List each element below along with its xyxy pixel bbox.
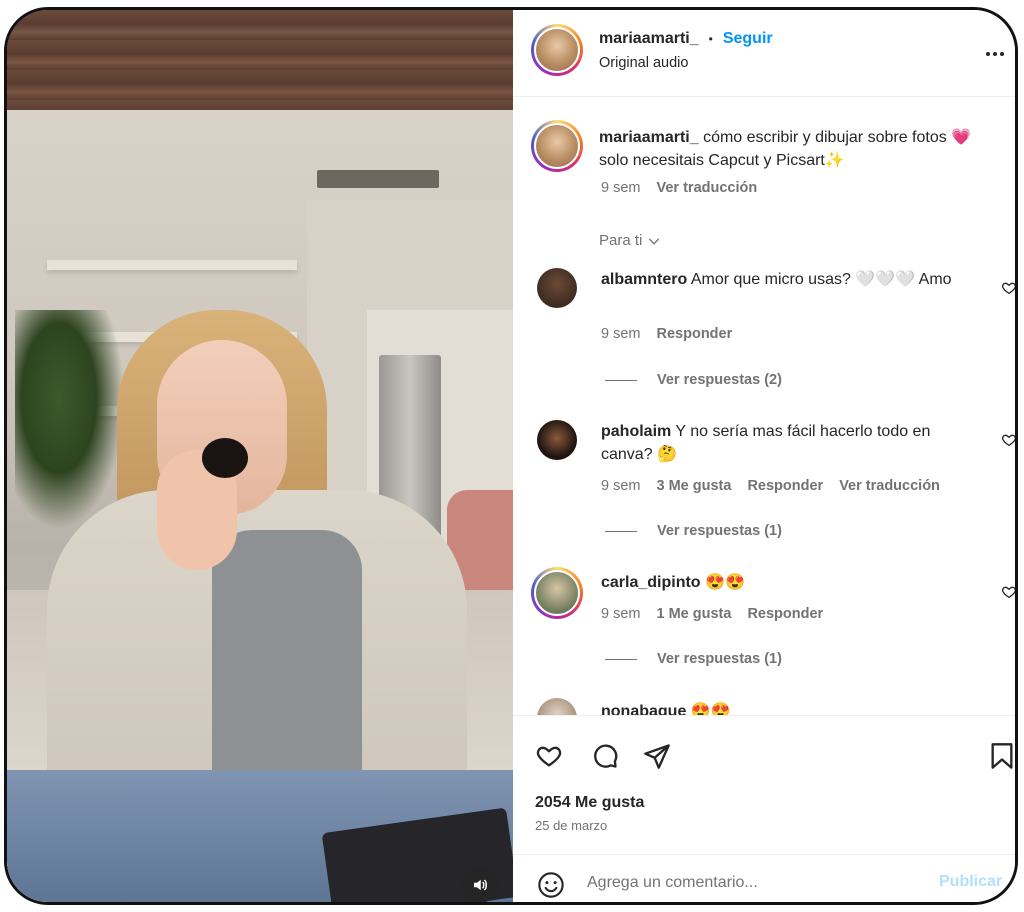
caption-username[interactable]: mariaamarti_	[599, 129, 699, 146]
comment-meta: 9 sem Responder	[601, 326, 732, 342]
view-replies-label: Ver respuestas (1)	[657, 651, 782, 667]
emoji-icon	[538, 872, 564, 898]
comment-sort-dropdown[interactable]: Para ti	[599, 232, 662, 249]
comment-icon	[594, 744, 618, 768]
comment-meta: 9 sem 3 Me gusta Responder Ver traducció…	[601, 478, 940, 494]
replies-line	[605, 658, 637, 660]
save-button[interactable]	[989, 742, 1015, 775]
comment-button[interactable]	[591, 742, 619, 775]
post-video[interactable]	[7, 10, 513, 902]
microphone	[202, 438, 248, 478]
wall-vent	[317, 170, 439, 188]
comment-reply-button[interactable]: Responder	[747, 478, 823, 494]
comment-username[interactable]: albamntero	[601, 271, 687, 288]
comment-time[interactable]: 9 sem	[601, 326, 641, 342]
heart-icon	[536, 746, 562, 767]
wall-shelf	[47, 260, 297, 270]
author-username[interactable]: mariaamarti_	[599, 30, 699, 48]
view-replies-button[interactable]: Ver respuestas (1)	[605, 651, 782, 667]
house-plant	[15, 310, 125, 530]
comment-likes-count[interactable]: 1 Me gusta	[657, 606, 732, 622]
emoji-button[interactable]	[537, 871, 565, 902]
comment-avatar[interactable]	[531, 567, 583, 619]
view-replies-label: Ver respuestas (2)	[657, 372, 782, 388]
caption-time[interactable]: 9 sem	[601, 180, 641, 196]
view-replies-label: Ver respuestas (1)	[657, 523, 782, 539]
likes-count[interactable]: 2054 Me gusta	[535, 794, 644, 812]
send-icon	[644, 744, 670, 769]
comment-text-block: albamntero Amor que micro usas? 🤍🤍🤍 Amo	[601, 268, 971, 291]
caption-meta: 9 sem Ver traducción	[601, 180, 757, 196]
comment-likes-count[interactable]: 3 Me gusta	[657, 478, 732, 494]
replies-line	[605, 379, 637, 381]
replies-line	[605, 530, 637, 532]
post-date[interactable]: 25 de marzo	[535, 818, 607, 833]
comment-time[interactable]: 9 sem	[601, 606, 641, 622]
mute-button[interactable]	[462, 867, 498, 902]
comment-text: 😍😍	[705, 574, 745, 591]
share-button[interactable]	[643, 742, 671, 775]
comment-like-heart-icon[interactable]	[1001, 280, 1017, 296]
comment-text-block: paholaim Y no sería mas fácil hacerlo to…	[601, 420, 971, 466]
ceiling-beams	[7, 10, 513, 110]
more-horizontal-icon	[986, 52, 1004, 56]
comment-input[interactable]	[585, 867, 929, 899]
comment-avatar[interactable]	[537, 420, 577, 460]
comment-meta: 9 sem 1 Me gusta Responder	[601, 606, 823, 622]
view-replies-button[interactable]: Ver respuestas (1)	[605, 523, 782, 539]
caption-translate-button[interactable]: Ver traducción	[657, 180, 758, 196]
separator-dot: •	[708, 32, 713, 46]
comment-text-block: carla_dipinto 😍😍	[601, 571, 971, 594]
post-frame: mariaamarti_ • Seguir Original audio mar…	[4, 7, 1018, 905]
caption-text-block: mariaamarti_ cómo escribir y dibujar sob…	[599, 126, 999, 172]
comment-username[interactable]: carla_dipinto	[601, 574, 701, 591]
comment-translate-button[interactable]: Ver traducción	[839, 478, 940, 494]
post-side-panel: mariaamarti_ • Seguir Original audio mar…	[513, 10, 1015, 902]
comment-sort-label: Para ti	[599, 232, 643, 249]
publish-button[interactable]: Publicar	[939, 873, 1002, 891]
author-avatar[interactable]	[531, 24, 583, 76]
like-button[interactable]	[535, 742, 563, 775]
follow-button[interactable]: Seguir	[723, 30, 773, 48]
view-replies-button[interactable]: Ver respuestas (2)	[605, 372, 782, 388]
comment-time[interactable]: 9 sem	[601, 478, 641, 494]
audio-label[interactable]: Original audio	[599, 55, 688, 71]
comment-username[interactable]: paholaim	[601, 423, 671, 440]
more-options-button[interactable]	[983, 42, 1007, 71]
chevron-down-icon	[649, 238, 660, 245]
bookmark-icon	[991, 743, 1013, 769]
comment-like-heart-icon[interactable]	[1001, 584, 1017, 600]
comment-avatar[interactable]	[537, 268, 577, 308]
comment-reply-button[interactable]: Responder	[747, 606, 823, 622]
comment-reply-button[interactable]: Responder	[657, 326, 733, 342]
caption-avatar[interactable]	[531, 120, 583, 172]
post-actions: 2054 Me gusta 25 de marzo Publicar	[513, 715, 1015, 902]
post-header: mariaamarti_ • Seguir Original audio	[513, 10, 1015, 97]
comment-text: Amor que micro usas? 🤍🤍🤍 Amo	[690, 271, 952, 288]
volume-icon	[474, 879, 487, 891]
comment-like-heart-icon[interactable]	[1001, 432, 1017, 448]
comment-box: Publicar	[513, 854, 1015, 902]
